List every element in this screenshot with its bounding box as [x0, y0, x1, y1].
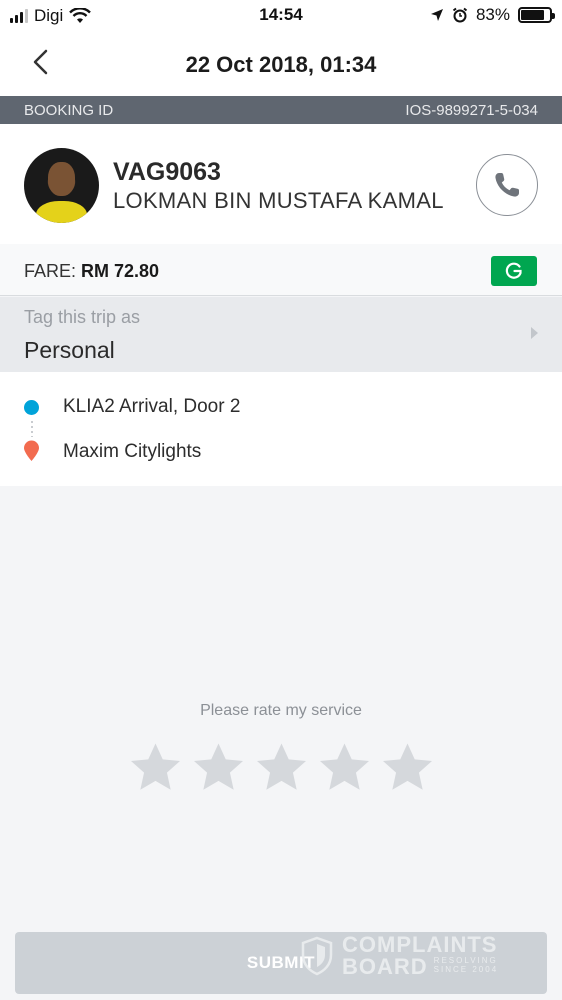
location-arrow-icon [430, 9, 443, 21]
tag-trip-label: Tag this trip as [24, 307, 141, 327]
call-driver-button[interactable] [476, 154, 538, 216]
page-title: 22 Oct 2018, 01:34 [185, 52, 377, 77]
phone-icon [495, 173, 519, 197]
driver-avatar [24, 148, 99, 223]
grab-g-icon [505, 262, 522, 279]
route-connector [31, 421, 33, 437]
fare-value: RM 72.80 [81, 261, 160, 281]
driver-card: VAG9063 LOKMAN BIN MUSTAFA KAMAL [0, 124, 562, 244]
watermark-tag2: SINCE 2004 [433, 965, 499, 975]
dropoff-pin-icon [24, 440, 39, 461]
booking-id-value: IOS-9899271-5-034 [405, 101, 538, 119]
watermark-text: COMPLAINTS BOARD RESOLVING SINCE 2004 [342, 934, 498, 978]
fare-row: FARE: RM 72.80 [0, 244, 562, 296]
watermark-line2: BOARD [342, 954, 428, 979]
route-section: KLIA2 Arrival, Door 2 Maxim Citylights [0, 372, 562, 486]
star-3-icon[interactable] [253, 740, 310, 796]
battery-fill [521, 10, 545, 20]
shield-logo-icon [301, 936, 333, 976]
battery-percent: 83% [475, 5, 510, 24]
watermark: COMPLAINTS BOARD RESOLVING SINCE 2004 [300, 934, 498, 978]
tag-trip-selector[interactable]: Tag this trip as Personal [0, 297, 562, 372]
vehicle-plate: VAG9063 [113, 158, 221, 186]
battery-icon [518, 7, 555, 23]
alarm-icon [452, 7, 468, 23]
star-5-icon[interactable] [379, 740, 436, 796]
star-1-icon[interactable] [127, 740, 184, 796]
status-bar: Digi 14:54 83% [0, 0, 562, 32]
driver-name: LOKMAN BIN MUSTAFA KAMAL [113, 188, 444, 213]
star-rating [0, 740, 562, 796]
star-2-icon[interactable] [190, 740, 247, 796]
grab-badge [491, 256, 537, 286]
dropoff-location: Maxim Citylights [63, 441, 202, 462]
tag-trip-value: Personal [24, 337, 115, 363]
pickup-location: KLIA2 Arrival, Door 2 [63, 396, 241, 417]
booking-id-bar: BOOKING ID IOS-9899271-5-034 [0, 96, 562, 124]
rating-prompt: Please rate my service [200, 702, 362, 719]
pickup-dot-icon [24, 400, 39, 415]
fare-text: FARE: RM 72.80 [24, 261, 159, 282]
booking-id-label: BOOKING ID [24, 101, 114, 119]
status-right: 83% [430, 5, 555, 25]
star-4-icon[interactable] [316, 740, 373, 796]
nav-header: 22 Oct 2018, 01:34 [0, 32, 562, 96]
watermark-line1: COMPLAINTS [342, 932, 498, 957]
chevron-right-icon [531, 327, 538, 339]
fare-label: FARE: [24, 261, 77, 281]
